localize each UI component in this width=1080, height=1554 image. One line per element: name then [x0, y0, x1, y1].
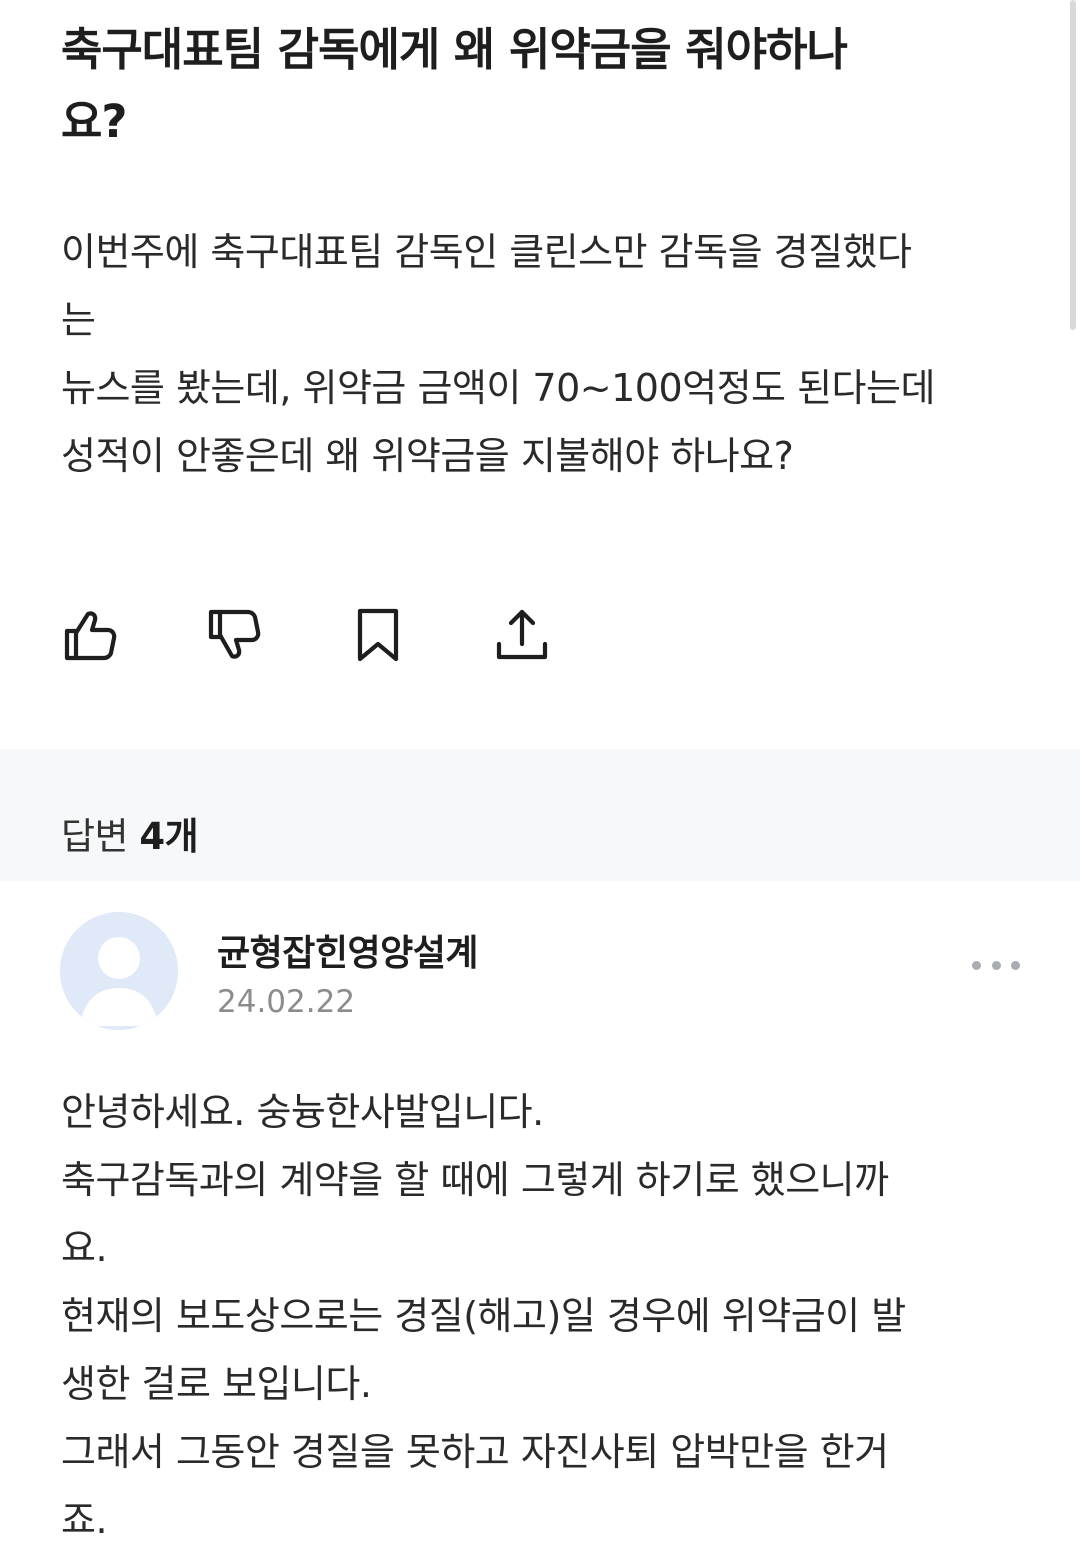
- more-dot-icon: [972, 960, 981, 970]
- author-name[interactable]: 균형잡힌영양설계: [217, 924, 478, 976]
- question-section: 축구대표팀 감독에게 왜 위약금을 줘야하나 요? 이번주에 축구대표팀 감독인…: [61, 14, 1021, 490]
- share-button[interactable]: [492, 605, 552, 665]
- share-icon: [496, 609, 548, 660]
- answer-date: 24.02.22: [217, 984, 356, 1020]
- more-options-button[interactable]: [972, 950, 1020, 980]
- answers-label: 답변: [61, 815, 129, 858]
- question-actions: [60, 605, 636, 665]
- bookmark-icon: [357, 608, 399, 662]
- question-title-line: 요?: [61, 95, 128, 148]
- thumbs-up-icon: [64, 611, 117, 661]
- question-body-line: 는: [61, 298, 96, 342]
- answer-body-line: 현재의 보도상으로는 경질(해고)일 경우에 위약금이 발: [61, 1294, 906, 1338]
- avatar[interactable]: [60, 912, 178, 1030]
- default-avatar-icon: [60, 912, 178, 1030]
- more-dot-icon: [991, 960, 1001, 970]
- more-dot-icon: [1011, 960, 1020, 970]
- scrollbar[interactable]: [1070, 0, 1076, 330]
- question-title: 축구대표팀 감독에게 왜 위약금을 줘야하나 요?: [61, 14, 961, 158]
- answers-count: 4개: [139, 815, 199, 858]
- answer-body-line: 죠.: [61, 1498, 108, 1542]
- answer-body-line: 생한 걸로 보입니다.: [61, 1362, 372, 1406]
- answer-body-line: 안녕하세요. 숭늉한사발입니다.: [61, 1090, 544, 1134]
- question-body-line: 이번주에 축구대표팀 감독인 클린스만 감독을 경질했다: [61, 230, 912, 274]
- question-body: 이번주에 축구대표팀 감독인 클린스만 감독을 경질했다 는 뉴스를 봤는데, …: [61, 218, 1021, 490]
- answer-body-line: 축구감독과의 계약을 할 때에 그렇게 하기로 했으니까: [61, 1158, 889, 1202]
- answer-author-row: 균형잡힌영양설계 24.02.22: [60, 912, 1020, 1032]
- question-body-line: 성적이 안좋은데 왜 위약금을 지불해야 하나요?: [61, 434, 794, 478]
- thumbs-down-icon: [208, 609, 261, 659]
- answers-count-header: 답변 4개: [61, 806, 199, 860]
- question-body-line: 뉴스를 봤는데, 위약금 금액이 70~100억정도 된다는데: [61, 366, 935, 410]
- answer-body-line: 그래서 그동안 경질을 못하고 자진사퇴 압박만을 한거: [61, 1430, 889, 1474]
- answer-body-line: 요.: [61, 1226, 108, 1270]
- dislike-button[interactable]: [204, 605, 264, 665]
- answer-body: 안녕하세요. 숭늉한사발입니다. 축구감독과의 계약을 할 때에 그렇게 하기로…: [61, 1078, 1021, 1554]
- question-title-line: 축구대표팀 감독에게 왜 위약금을 줘야하나: [61, 23, 848, 76]
- bookmark-button[interactable]: [348, 605, 408, 665]
- like-button[interactable]: [60, 605, 120, 665]
